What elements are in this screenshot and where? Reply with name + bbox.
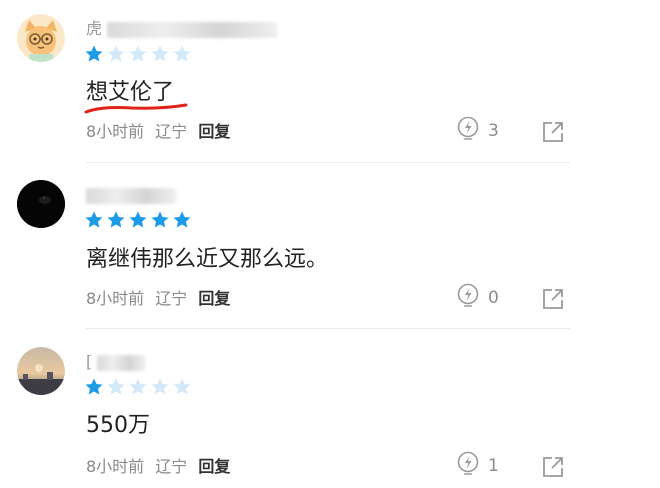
comment-time: 8小时前: [86, 289, 145, 308]
comment-time: 8小时前: [86, 122, 145, 141]
star-empty-icon: [173, 378, 191, 395]
star-filled-icon: [85, 45, 103, 62]
divider: [86, 162, 570, 163]
star-rating: [84, 377, 192, 399]
reply-button[interactable]: 回复: [198, 289, 230, 308]
star-empty-icon: [107, 378, 125, 395]
username-text: [: [86, 352, 93, 371]
username[interactable]: [86, 184, 176, 206]
avatar[interactable]: [17, 347, 65, 395]
like-button[interactable]: 1: [456, 451, 499, 482]
star-filled-icon: [173, 211, 191, 228]
like-count: 3: [488, 121, 499, 141]
red-underline-annotation: [84, 103, 188, 114]
star-filled-icon: [151, 211, 169, 228]
comment-meta: 8小时前 辽宁 回复: [86, 121, 236, 143]
divider: [86, 328, 570, 329]
avatar[interactable]: [17, 180, 65, 228]
comment-location: 辽宁: [155, 289, 188, 308]
star-empty-icon: [173, 45, 191, 62]
star-rating: [84, 210, 192, 232]
star-empty-icon: [107, 45, 125, 62]
comment-meta: 8小时前 辽宁 回复: [86, 288, 236, 310]
share-icon[interactable]: [540, 119, 566, 145]
star-empty-icon: [151, 378, 169, 395]
star-filled-icon: [85, 378, 103, 395]
lightbulb-icon: [456, 283, 480, 314]
username-text: 虎: [86, 19, 103, 38]
comment-text: 离继伟那么近又那么远。: [86, 247, 329, 272]
comment-text: 550万: [86, 413, 150, 438]
star-rating: [84, 44, 192, 66]
star-filled-icon: [85, 211, 103, 228]
like-count: 1: [488, 456, 499, 476]
lightbulb-icon: [456, 451, 480, 482]
like-count: 0: [488, 288, 499, 308]
avatar[interactable]: [17, 14, 65, 62]
share-icon[interactable]: [540, 454, 566, 480]
comment-time: 8小时前: [86, 457, 145, 476]
username[interactable]: 虎: [86, 18, 278, 40]
like-button[interactable]: 3: [456, 116, 499, 147]
star-empty-icon: [129, 378, 147, 395]
comment-meta: 8小时前 辽宁 回复: [86, 456, 236, 478]
reply-button[interactable]: 回复: [198, 457, 230, 476]
star-filled-icon: [107, 211, 125, 228]
comment-location: 辽宁: [155, 122, 188, 141]
reply-button[interactable]: 回复: [198, 122, 230, 141]
username[interactable]: [: [86, 351, 146, 373]
star-empty-icon: [129, 45, 147, 62]
username-mosaic: [86, 187, 176, 204]
lightbulb-icon: [456, 116, 480, 147]
username-mosaic: [107, 21, 278, 38]
comment-location: 辽宁: [155, 457, 188, 476]
share-icon[interactable]: [540, 286, 566, 312]
star-filled-icon: [129, 211, 147, 228]
star-empty-icon: [151, 45, 169, 62]
username-mosaic: [97, 354, 146, 371]
like-button[interactable]: 0: [456, 283, 499, 314]
